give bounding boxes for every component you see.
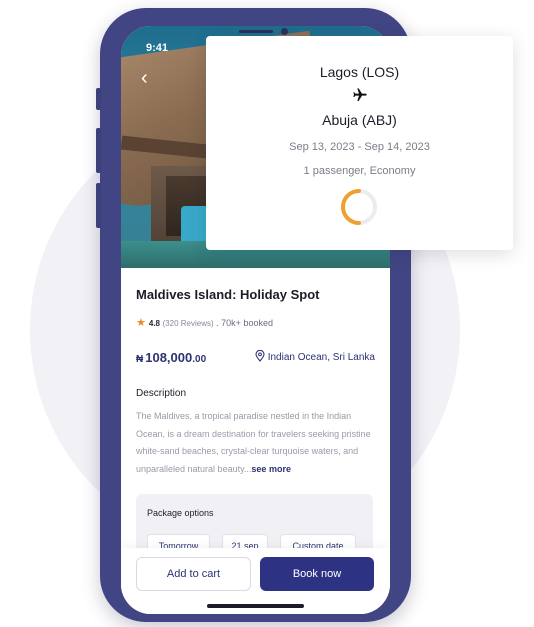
booked-count: . 70k+ booked: [216, 318, 273, 328]
package-options-heading: Package options: [147, 508, 214, 518]
price: ₦ 108,000.00: [136, 350, 206, 365]
home-indicator: [207, 604, 304, 608]
price-decimal: .00: [192, 354, 207, 365]
listing-title: Maldives Island: Holiday Spot: [136, 287, 320, 302]
speaker: [239, 30, 273, 33]
location-text: Indian Ocean, Sri Lanka: [267, 352, 375, 364]
see-more-link[interactable]: see more: [251, 464, 291, 474]
flight-destination: Abuja (ABJ): [322, 112, 397, 128]
description-text: The Maldives, a tropical paradise nestle…: [136, 408, 376, 478]
price-main: 108,000: [145, 350, 193, 365]
review-count[interactable]: (320 Reviews): [163, 319, 214, 328]
add-to-cart-button[interactable]: Add to cart: [136, 557, 251, 591]
loading-spinner-icon: [340, 188, 378, 226]
camera: [281, 28, 288, 35]
status-time: 9:41: [146, 42, 169, 54]
flight-origin: Lagos (LOS): [319, 64, 400, 80]
description-heading: Description: [136, 388, 187, 399]
location-pin-icon: [255, 349, 265, 365]
action-bar: Add to cart Book now: [121, 548, 390, 614]
volume-up-button: [96, 128, 101, 173]
volume-down-button: [96, 183, 101, 228]
currency-symbol: ₦: [136, 354, 144, 365]
chevron-left-icon[interactable]: ‹: [141, 68, 148, 88]
flight-search-card: Lagos (LOS) Abuja (ABJ) Sep 13, 2023 - S…: [206, 36, 513, 250]
book-now-button[interactable]: Book now: [260, 557, 374, 591]
airplane-icon: [206, 87, 513, 107]
rating-value: 4.8: [148, 319, 160, 328]
mute-switch: [96, 88, 101, 110]
location-link[interactable]: Indian Ocean, Sri Lanka: [255, 349, 375, 365]
rating-row: ★ 4.8 (320 Reviews) . 70k+ booked: [136, 316, 273, 329]
flight-dates: Sep 13, 2023 - Sep 14, 2023: [289, 141, 430, 153]
star-icon: ★: [136, 317, 146, 329]
flight-passengers: 1 passenger, Economy: [303, 165, 416, 177]
